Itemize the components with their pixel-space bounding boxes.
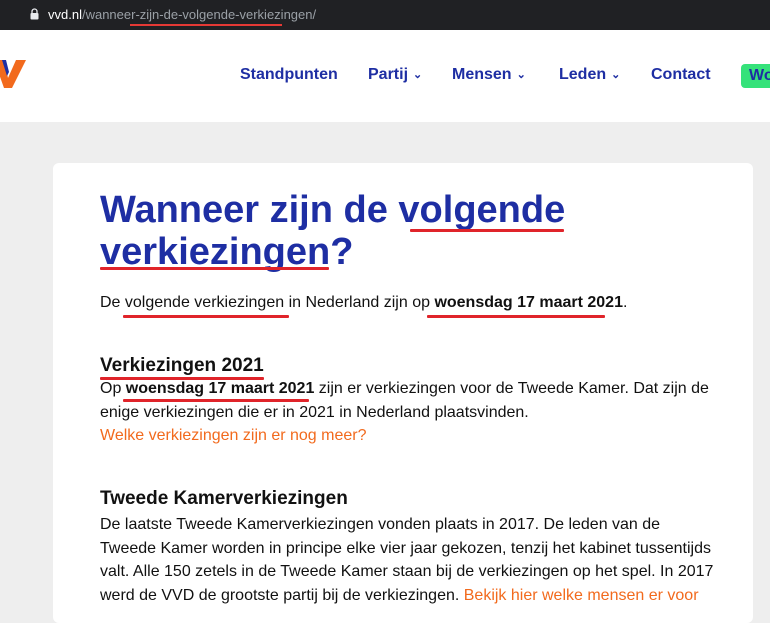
url-annotation-underline bbox=[130, 24, 282, 26]
section-2-text: Tweede Kamer worden in principe elke vie… bbox=[100, 539, 711, 557]
people-link[interactable]: Bekijk hier welke mensen er voor bbox=[464, 587, 699, 604]
page-title: Wanneer zijn de volgende verkiezingen? bbox=[100, 189, 660, 273]
lock-icon bbox=[30, 8, 39, 20]
nav-item-leden[interactable]: Leden ⌄ bbox=[559, 66, 620, 84]
nav-item-label: Contact bbox=[651, 66, 711, 83]
nav-item-contact[interactable]: Contact bbox=[651, 66, 711, 84]
intro-annotation-underline-2 bbox=[427, 315, 605, 318]
section-1-paragraph: Op woensdag 17 maart 2021 zijn er verkie… bbox=[100, 377, 720, 448]
intro-annotation-underline-1 bbox=[123, 315, 289, 318]
title-line-1: Wanneer zijn de volgende bbox=[100, 189, 566, 231]
nav-item-partij[interactable]: Partij ⌄ bbox=[368, 66, 422, 84]
section-heading-tweede-kamer: Tweede Kamerverkiezingen bbox=[100, 488, 348, 509]
nav-item-label: Standpunten bbox=[240, 66, 338, 83]
nav-item-label: Partij bbox=[368, 66, 409, 83]
section-heading-verkiezingen-2021: Verkiezingen 2021 bbox=[100, 355, 264, 376]
nav-item-standpunten[interactable]: Standpunten bbox=[240, 66, 338, 84]
site-header: Standpunten Partij ⌄ Mensen ⌄ Leden ⌄ Conta… bbox=[0, 30, 770, 122]
url-domain: vvd.nl bbox=[48, 7, 82, 22]
article-card: Wanneer zijn de volgende verkiezingen? D… bbox=[53, 163, 753, 623]
vvd-logo-icon[interactable] bbox=[0, 52, 26, 92]
nav-item-label: Leden bbox=[559, 66, 607, 83]
nav-item-label: Mensen bbox=[452, 66, 512, 83]
cta-button[interactable]: Wo bbox=[741, 64, 770, 88]
url-path: /wanneer-zijn-de-volgende-verkiezingen/ bbox=[81, 7, 317, 22]
title-annotation-underline-1 bbox=[410, 229, 564, 232]
chevron-down-icon: ⌄ bbox=[611, 69, 621, 81]
section-1-text: enige verkiezingen die er in 2021 in Ned… bbox=[100, 403, 529, 421]
nav-item-mensen[interactable]: Mensen ⌄ bbox=[452, 66, 526, 84]
intro-text: De volgende verkiezingen in Nederland zi… bbox=[100, 294, 435, 311]
chevron-down-icon: ⌄ bbox=[413, 69, 423, 81]
section-1-text: zijn er verkiezingen voor de Tweede Kame… bbox=[314, 380, 709, 397]
more-elections-link[interactable]: Welke verkiezingen zijn er nog meer? bbox=[100, 427, 367, 444]
title-annotation-underline-2 bbox=[100, 267, 329, 270]
section-1-date: woensdag 17 maart 2021 bbox=[125, 380, 315, 397]
browser-address-bar[interactable]: vvd.nl/wanneer-zijn-de-volgende-verkiezi… bbox=[0, 0, 770, 30]
address-url[interactable]: vvd.nl/wanneer-zijn-de-volgende-verkiezi… bbox=[48, 7, 316, 22]
section-2-text: valt. Alle 150 zetels in de Tweede Kamer… bbox=[100, 563, 714, 580]
section-2-text: De laatste Tweede Kamerverkiezingen vond… bbox=[100, 516, 661, 533]
chevron-down-icon: ⌄ bbox=[516, 69, 526, 81]
section-2-paragraph: De laatste Tweede Kamerverkiezingen vond… bbox=[100, 513, 720, 607]
intro-date: woensdag 17 maart 2021 bbox=[434, 294, 623, 311]
section-1-annotation-underline bbox=[123, 399, 309, 402]
intro-suffix: . bbox=[622, 294, 628, 311]
section-1-text: Op bbox=[100, 380, 126, 397]
intro-paragraph: De volgende verkiezingen in Nederland zi… bbox=[100, 291, 720, 315]
section-2-text: werd de VVD de grootste partij bij de ve… bbox=[100, 586, 464, 604]
